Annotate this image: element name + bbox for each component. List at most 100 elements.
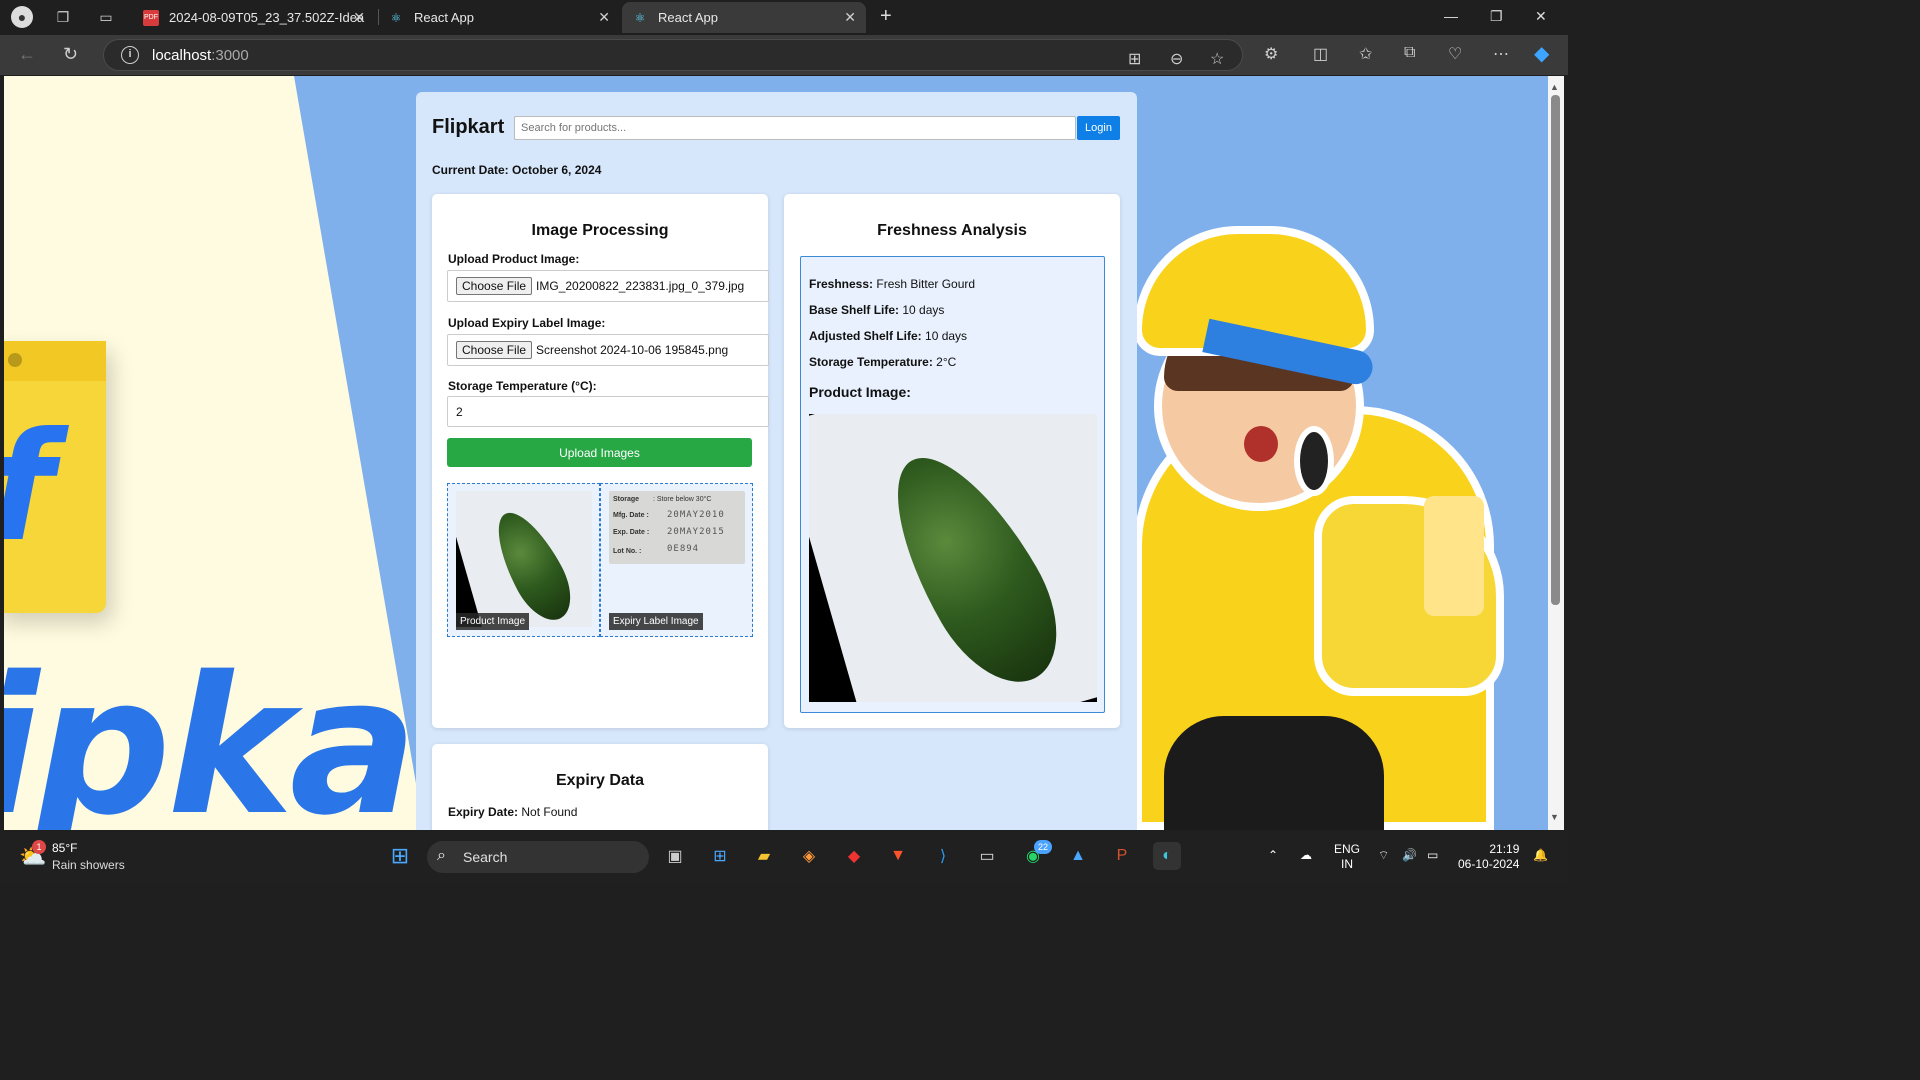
- edge-browser-icon[interactable]: ◐: [1153, 842, 1181, 870]
- clock[interactable]: 21:19 06-10-2024: [1458, 842, 1519, 872]
- label-lot-key: Lot No. :: [613, 548, 642, 555]
- tab-pdf[interactable]: PDF 2024-08-09T05_23_37.502Z-Idea ✕: [133, 2, 375, 33]
- product-image-file-input[interactable]: Choose File IMG_20200822_223831.jpg_0_37…: [447, 270, 769, 302]
- choose-file-button[interactable]: Choose File: [456, 277, 533, 295]
- battery-icon[interactable]: ▭: [1427, 848, 1438, 863]
- scroll-up-arrow-icon[interactable]: ▲: [1550, 82, 1559, 92]
- background-shopping-bag: f: [4, 341, 106, 613]
- freshness-analysis-card: Freshness Analysis Freshness: Fresh Bitt…: [784, 194, 1120, 728]
- browser-essentials-icon[interactable]: ♡: [1448, 44, 1462, 64]
- split-screen-icon[interactable]: ◫: [1313, 44, 1328, 64]
- react-icon: ⚛: [634, 10, 646, 25]
- copilot-app-icon[interactable]: ◈: [795, 842, 823, 870]
- app-container: Flipkart Login Current Date: October 6, …: [416, 92, 1137, 830]
- expiry-label-caption: Expiry Label Image: [609, 613, 703, 630]
- onedrive-icon[interactable]: ☁: [1300, 848, 1312, 863]
- expiry-image-file-input[interactable]: Choose File Screenshot 2024-10-06 195845…: [447, 334, 769, 366]
- label-storage-key: Storage: [613, 496, 640, 503]
- terminal-icon[interactable]: ▭: [973, 842, 1001, 870]
- url-text: localhost:3000: [152, 47, 249, 64]
- brand-logo[interactable]: Flipkart: [432, 116, 504, 139]
- background-character-legs: [1164, 716, 1384, 830]
- product-image-heading: Product Image:: [809, 384, 911, 400]
- volume-icon[interactable]: 🔊: [1402, 848, 1417, 863]
- adjusted-shelf-life-row: Adjusted Shelf Life: 10 days: [809, 329, 968, 343]
- current-date-label: Current Date:: [432, 163, 509, 177]
- base-shelf-life-row: Base Shelf Life: 10 days: [809, 303, 945, 317]
- storage-temperature-input[interactable]: [447, 396, 769, 427]
- restore-icon[interactable]: ❐: [1490, 8, 1503, 25]
- file-explorer-icon[interactable]: ▰: [750, 842, 778, 870]
- back-icon[interactable]: ←: [18, 44, 36, 65]
- current-date-value: October 6, 2024: [512, 163, 602, 177]
- favorite-star-icon[interactable]: ☆: [1210, 49, 1224, 69]
- pdf-icon: PDF: [143, 9, 159, 26]
- login-button[interactable]: Login: [1077, 116, 1120, 140]
- expiry-label-preview: Storage : Store below 30°C Mfg. Date : 2…: [600, 483, 753, 637]
- search-icon: ⌕: [437, 847, 446, 864]
- language-indicator[interactable]: ENG IN: [1334, 842, 1360, 872]
- expiry-date-row: Expiry Date: Not Found: [448, 805, 578, 819]
- tab-title: React App: [414, 10, 474, 25]
- close-icon[interactable]: ✕: [844, 9, 856, 26]
- scrollbar-thumb[interactable]: [1551, 95, 1560, 605]
- photos-app-icon[interactable]: ▲: [1064, 842, 1092, 870]
- extensions-icon[interactable]: ⚙: [1264, 44, 1278, 64]
- show-hidden-icons-icon[interactable]: ⌃: [1268, 848, 1278, 863]
- app-available-icon[interactable]: ⊞: [1128, 49, 1141, 69]
- close-icon[interactable]: ✕: [353, 9, 365, 26]
- tab-react-app-active[interactable]: ⚛ React App ✕: [622, 2, 866, 33]
- expiry-file-name: Screenshot 2024-10-06 195845.png: [536, 343, 729, 357]
- taskbar-search[interactable]: ⌕ Search: [427, 841, 649, 873]
- profile-icon[interactable]: ●: [11, 6, 33, 28]
- product-image-label: Upload Product Image:: [448, 252, 580, 266]
- tab-title: React App: [658, 10, 718, 25]
- tab-title: 2024-08-09T05_23_37.502Z-Idea: [169, 10, 365, 25]
- close-icon[interactable]: ✕: [598, 9, 610, 26]
- workspaces-icon[interactable]: ❐: [52, 6, 74, 28]
- powerpoint-icon[interactable]: P: [1108, 842, 1136, 870]
- label-storage-value: : Store below 30°C: [653, 496, 712, 503]
- scroll-down-arrow-icon[interactable]: ▼: [1550, 812, 1559, 822]
- background-scooter-mirror: [1294, 426, 1334, 496]
- label-lot-value: 0E894: [667, 544, 700, 554]
- label-exp-key: Exp. Date :: [613, 529, 650, 536]
- upload-images-button[interactable]: Upload Images: [447, 438, 752, 467]
- tab-actions-icon[interactable]: ▭: [95, 6, 117, 28]
- refresh-icon[interactable]: ↻: [63, 44, 78, 65]
- zoom-icon[interactable]: ⊖: [1170, 49, 1183, 69]
- label-exp-value: 20MAY2015: [667, 527, 725, 537]
- clock-date: 06-10-2024: [1458, 857, 1520, 871]
- url-field[interactable]: i localhost:3000 ⊞ ⊖ ☆: [103, 39, 1243, 71]
- tab-react-app[interactable]: ⚛ React App ✕: [378, 2, 620, 33]
- weather-temperature[interactable]: 85°F: [52, 841, 77, 855]
- label-mfg-key: Mfg. Date :: [613, 512, 649, 519]
- whatsapp-badge: 22: [1034, 840, 1052, 854]
- minimize-icon[interactable]: —: [1444, 8, 1458, 24]
- weather-description[interactable]: Rain showers: [52, 858, 125, 872]
- collections-icon[interactable]: ⧉: [1404, 44, 1415, 62]
- brave-browser-icon[interactable]: ▼: [884, 842, 912, 870]
- windows-taskbar: ⛅ 1 85°F Rain showers ⊞ ⌕ Search ▣ ⊞ ▰ ◈…: [0, 832, 1568, 882]
- search-input[interactable]: [514, 116, 1076, 140]
- favorites-icon[interactable]: ✩: [1359, 44, 1372, 64]
- notifications-icon[interactable]: 🔔: [1533, 848, 1548, 863]
- expiry-label-thumbnail: Storage : Store below 30°C Mfg. Date : 2…: [609, 491, 745, 564]
- site-info-icon[interactable]: i: [121, 46, 139, 64]
- new-tab-icon[interactable]: +: [880, 5, 892, 28]
- choose-file-button[interactable]: Choose File: [456, 341, 533, 359]
- product-image-thumbnail: [456, 491, 592, 627]
- task-view-icon[interactable]: ▣: [661, 842, 689, 870]
- window-close-icon[interactable]: ✕: [1535, 8, 1547, 25]
- product-image-caption: Product Image: [456, 613, 530, 630]
- weather-badge: 1: [32, 840, 46, 854]
- address-bar-row: ← ↻ i localhost:3000 ⊞ ⊖ ☆ ⚙ ◫ ✩ ⧉ ♡ ⋯ ◆: [0, 35, 1568, 75]
- microsoft-store-icon[interactable]: ⊞: [706, 842, 734, 870]
- taskbar-search-label: Search: [463, 849, 508, 865]
- more-icon[interactable]: ⋯: [1493, 44, 1509, 64]
- app-red-icon[interactable]: ◆: [840, 842, 868, 870]
- vscode-icon[interactable]: ⟩: [929, 842, 957, 870]
- copilot-icon[interactable]: ◆: [1534, 41, 1549, 66]
- wifi-icon[interactable]: ⌔: [1378, 848, 1389, 863]
- start-icon[interactable]: ⊞: [386, 842, 414, 870]
